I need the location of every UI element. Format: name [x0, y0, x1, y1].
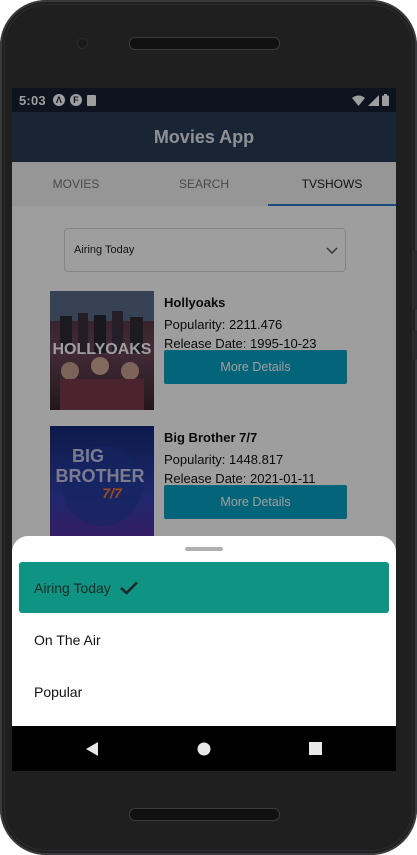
checkmark-icon	[119, 581, 138, 595]
nav-back-button[interactable]	[67, 726, 117, 771]
option-airing-today[interactable]: Airing Today	[19, 562, 389, 613]
option-label: Airing Today	[34, 579, 111, 596]
bottom-speaker	[129, 808, 280, 821]
option-on-the-air[interactable]: On The Air	[19, 614, 389, 665]
home-icon	[197, 742, 211, 755]
back-icon	[85, 741, 98, 756]
nav-home-button[interactable]	[179, 726, 229, 771]
sheet-drag-handle[interactable]	[185, 547, 223, 551]
option-label: Popular	[34, 683, 83, 700]
phone-frame: 5:03 Λ F Movies App MOVIES SEARCH TVSHOW…	[0, 0, 417, 855]
option-label: On The Air	[34, 631, 101, 648]
front-camera	[77, 38, 88, 49]
volume-button	[413, 250, 417, 310]
option-popular[interactable]: Popular	[19, 666, 389, 717]
system-nav-bar	[12, 726, 396, 771]
category-bottom-sheet: Airing Today On The Air Popular	[12, 536, 396, 726]
power-button	[413, 330, 417, 360]
screen: 5:03 Λ F Movies App MOVIES SEARCH TVSHOW…	[12, 88, 396, 771]
recents-icon	[308, 742, 322, 755]
nav-recents-button[interactable]	[290, 726, 340, 771]
top-speaker	[129, 37, 280, 50]
